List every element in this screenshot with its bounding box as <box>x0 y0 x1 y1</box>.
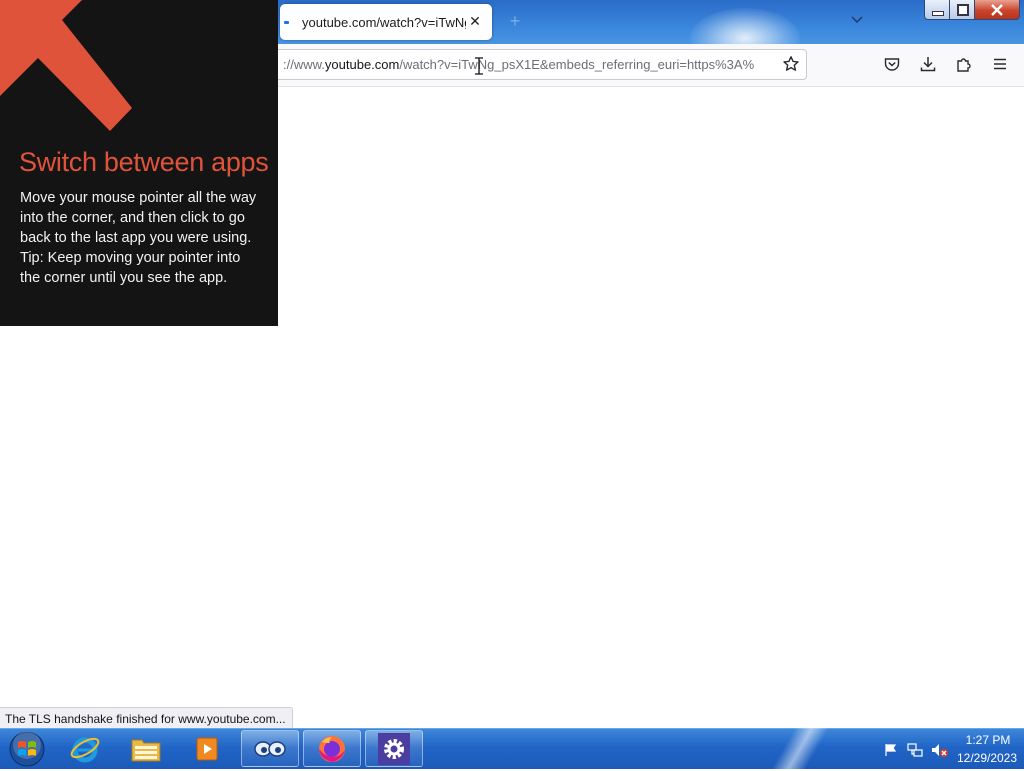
restore-button[interactable] <box>949 0 975 20</box>
tip-heading: Switch between apps <box>19 147 269 177</box>
address-bar[interactable]: ://www.youtube.com/watch?v=iTwNg_psX1E&e… <box>274 49 807 80</box>
list-all-tabs-button[interactable] <box>848 12 866 30</box>
restore-icon <box>957 4 969 16</box>
corner-arrow-icon <box>0 0 132 131</box>
downloads-icon[interactable] <box>919 55 937 73</box>
taskbar-firefox[interactable] <box>303 730 361 767</box>
text-cursor-icon <box>475 57 483 75</box>
media-player-icon <box>196 737 218 760</box>
taskbar-file-explorer[interactable] <box>117 730 175 767</box>
tab-title: youtube.com/watch?v=iTwNg_psX1E <box>302 15 466 30</box>
network-icon[interactable] <box>907 742 923 758</box>
clock-date[interactable]: 12/29/2023 <box>950 751 1024 765</box>
pocket-icon[interactable] <box>883 55 901 73</box>
internet-explorer-icon <box>70 737 100 762</box>
taskbar <box>0 727 1024 771</box>
firefox-icon <box>319 735 345 762</box>
bookmark-star-icon[interactable] <box>782 55 800 73</box>
tab-close-icon[interactable]: ✕ <box>466 12 484 30</box>
windows-orb-icon <box>9 731 45 767</box>
tip-hint: Tip: Keep moving your pointer into the c… <box>20 250 241 286</box>
menu-icon[interactable] <box>991 55 1009 73</box>
url-host: youtube.com <box>324 57 400 72</box>
eyes-icon <box>254 740 286 757</box>
settings-gear-icon <box>378 732 410 765</box>
taskbar-internet-explorer[interactable] <box>56 730 114 767</box>
volume-muted-icon[interactable] <box>931 742 949 758</box>
tip-body: Move your mouse pointer all the way into… <box>20 188 260 288</box>
tip-instruction: Move your mouse pointer all the way into… <box>20 190 257 246</box>
switch-apps-tip-panel: Switch between apps Move your mouse poin… <box>0 0 278 326</box>
url-text[interactable]: ://www.youtube.com/watch?v=iTwNg_psX1E&e… <box>283 57 773 72</box>
url-path: /watch?v=iTwNg_psX1E&embeds_referring_eu… <box>399 57 755 72</box>
close-window-button[interactable] <box>974 0 1020 20</box>
minimize-button[interactable] <box>924 0 950 20</box>
action-center-flag-icon[interactable] <box>884 743 898 757</box>
folder-icon <box>131 739 161 761</box>
extensions-icon[interactable] <box>955 55 973 73</box>
new-tab-button[interactable]: + <box>506 12 524 30</box>
taskbar-light-streak <box>770 727 830 771</box>
taskbar-eyes-app[interactable] <box>241 730 299 767</box>
url-prefix: ://www. <box>283 57 325 72</box>
chevron-down-icon <box>851 16 863 24</box>
clock-time[interactable]: 1:27 PM <box>958 733 1018 747</box>
close-icon <box>991 4 1003 16</box>
tab-youtube[interactable]: youtube.com/watch?v=iTwNg_psX1E ✕ <box>280 4 492 40</box>
start-button[interactable] <box>4 730 50 768</box>
taskbar-media-player[interactable] <box>178 730 236 767</box>
taskbar-settings[interactable] <box>365 730 423 767</box>
minimize-icon <box>932 11 944 16</box>
tab-favicon-icon <box>284 21 289 24</box>
